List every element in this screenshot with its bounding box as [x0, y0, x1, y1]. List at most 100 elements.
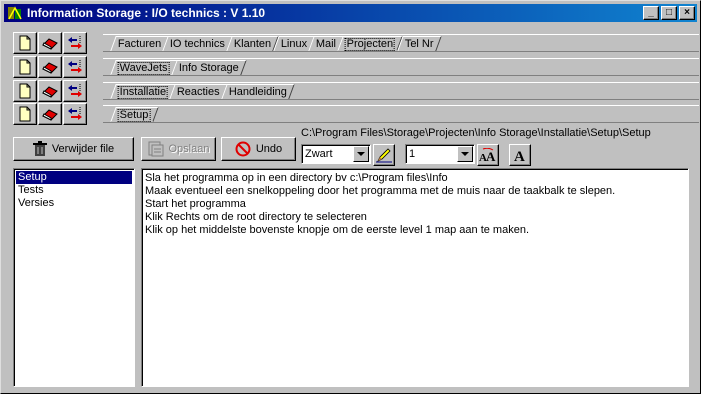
tab-label: Linux [280, 38, 307, 50]
new-page-button[interactable] [13, 56, 37, 78]
move-button[interactable] [63, 32, 87, 54]
tab-label: WaveJets [117, 62, 170, 75]
move-arrow-icon [68, 107, 82, 120]
tab-handleiding[interactable]: Handleiding [221, 84, 296, 99]
erase-button[interactable] [38, 56, 62, 78]
new-page-icon [19, 35, 31, 51]
tab-wavejets[interactable]: WaveJets [110, 60, 178, 75]
tab-label: Tel Nr [404, 38, 434, 50]
move-button[interactable] [63, 103, 87, 125]
tab-row-4: Setup [13, 103, 699, 125]
title-bar[interactable]: Information Storage : I/O technics : V 1… [4, 4, 697, 22]
erase-button[interactable] [38, 80, 62, 102]
tab-row-3: Installatie Reacties Handleiding [13, 80, 699, 102]
tab-label: Info Storage [178, 62, 239, 74]
pencil-icon [376, 148, 392, 163]
move-arrow-icon [68, 84, 82, 97]
list-item[interactable]: Setup [16, 171, 132, 184]
font-size-select[interactable]: 1 [405, 144, 475, 164]
app-window: Information Storage : I/O technics : V 1… [0, 0, 701, 394]
undo-label: Undo [255, 143, 283, 155]
tab-label: IO technics [170, 38, 226, 50]
eraser-icon [42, 62, 58, 74]
tab-klanten[interactable]: Klanten [226, 36, 280, 51]
content-editor[interactable]: Sla het programma op in een directory bv… [141, 168, 689, 387]
list-item[interactable]: Tests [16, 184, 132, 197]
font-button[interactable]: A [509, 144, 531, 166]
save-button[interactable]: Opslaan [141, 137, 216, 161]
eraser-icon [42, 86, 58, 98]
move-arrow-icon [68, 36, 82, 49]
tab-label: Installatie [117, 86, 169, 99]
eraser-icon [42, 38, 58, 50]
content-line: Start het programma [145, 198, 246, 210]
tab-label: Handleiding [229, 86, 288, 98]
tab-label: Facturen [117, 38, 162, 50]
move-arrow-icon [68, 60, 82, 73]
color-select[interactable]: Zwart [301, 144, 371, 164]
tab-row-2: WaveJets Info Storage [13, 56, 699, 78]
minimize-button[interactable]: _ [643, 6, 659, 20]
minimize-icon: _ [648, 7, 654, 18]
current-path: C:\Program Files\Storage\Projecten\Info … [301, 127, 651, 139]
delete-file-button[interactable]: Verwijder file [13, 137, 134, 161]
chevron-down-icon[interactable] [457, 146, 473, 162]
maximize-icon: □ [665, 7, 673, 18]
new-page-icon [19, 106, 31, 122]
tab-label: Reacties [177, 86, 221, 98]
tab-info-storage[interactable]: Info Storage [171, 60, 247, 75]
tab-tel-nr[interactable]: Tel Nr [396, 36, 442, 51]
tab-row-1: Facturen IO technics Klanten Linux Mail Proje… [13, 32, 699, 54]
new-page-button[interactable] [13, 103, 37, 125]
new-page-icon [19, 83, 31, 99]
app-icon [7, 5, 23, 21]
eraser-icon [42, 109, 58, 121]
save-icon [148, 141, 163, 157]
tab-reacties[interactable]: Reacties [169, 84, 229, 99]
font-size-value: 1 [409, 148, 416, 160]
tab-strip: Facturen IO technics Klanten Linux Mail Proje… [103, 34, 699, 52]
font-icon: A [514, 149, 525, 162]
close-icon: × [684, 7, 690, 18]
tab-label: Projecten [344, 38, 396, 51]
tab-setup[interactable]: Setup [110, 107, 159, 122]
chevron-down-icon[interactable] [353, 146, 369, 162]
no-entry-icon [235, 141, 251, 157]
move-button[interactable] [63, 56, 87, 78]
svg-text:A: A [486, 149, 496, 162]
new-page-button[interactable] [13, 80, 37, 102]
tab-projecten[interactable]: Projecten [337, 36, 404, 51]
tab-strip: Setup [103, 105, 699, 123]
content-line: Maak eventueel een snelkoppeling door he… [145, 185, 616, 197]
new-page-button[interactable] [13, 32, 37, 54]
undo-button[interactable]: Undo [221, 137, 296, 161]
pencil-button[interactable] [373, 144, 395, 166]
delete-file-label: Verwijder file [51, 143, 115, 155]
move-button[interactable] [63, 80, 87, 102]
font-size-button[interactable]: AA [477, 144, 499, 166]
list-item[interactable]: Versies [16, 197, 132, 210]
erase-button[interactable] [38, 32, 62, 54]
file-list[interactable]: Setup Tests Versies [13, 168, 135, 387]
maximize-button[interactable]: □ [661, 6, 677, 20]
tab-strip: Installatie Reacties Handleiding [103, 82, 699, 100]
content-line: Klik op het middelste bovenste knopje om… [145, 224, 530, 236]
content-line: Klik Rechts om de root directory te sele… [145, 211, 367, 223]
new-page-icon [19, 59, 31, 75]
tab-io-technics[interactable]: IO technics [162, 36, 234, 51]
svg-text:A: A [514, 149, 525, 162]
tab-facturen[interactable]: Facturen [110, 36, 170, 51]
save-label: Opslaan [168, 143, 210, 155]
erase-button[interactable] [38, 103, 62, 125]
trash-icon [32, 141, 47, 156]
window-title: Information Storage : I/O technics : V 1… [27, 6, 266, 20]
tab-label: Setup [117, 109, 151, 122]
tab-installatie[interactable]: Installatie [110, 84, 177, 99]
font-size-icon: AA [479, 148, 496, 162]
tab-strip: WaveJets Info Storage [103, 58, 699, 76]
close-button[interactable]: × [679, 6, 695, 20]
tab-label: Klanten [234, 38, 272, 50]
content-line: Sla het programma op in een directory bv… [145, 172, 448, 184]
tab-label: Mail [315, 38, 337, 50]
color-select-value: Zwart [305, 148, 333, 160]
